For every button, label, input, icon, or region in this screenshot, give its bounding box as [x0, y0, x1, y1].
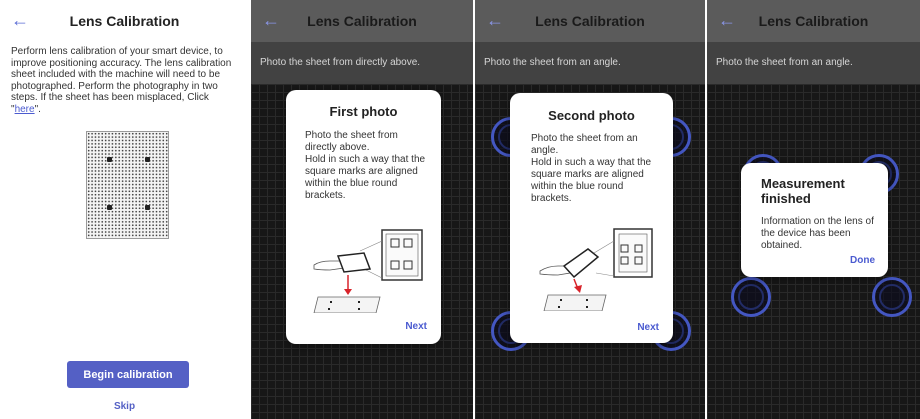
done-button[interactable]: Done	[850, 255, 875, 266]
begin-calibration-button[interactable]: Begin calibration	[67, 361, 189, 388]
page-title: Lens Calibration	[758, 13, 869, 29]
app-bar: ← Lens Calibration	[0, 0, 249, 42]
second-photo-card: Second photo Photo the sheet from an ang…	[510, 93, 673, 343]
card-title: Second photo	[548, 108, 635, 123]
dialog-title: Measurement finished	[761, 176, 845, 206]
square-mark	[145, 157, 150, 162]
instruction-bar: Photo the sheet from an angle.	[707, 42, 920, 84]
measurement-finished-dialog: Measurement finished Information on the …	[741, 163, 888, 277]
alignment-bracket-ring	[731, 277, 771, 317]
dialog-body: Information on the lens of the device ha…	[761, 216, 874, 251]
card-body: Photo the sheet from directly above. Hol…	[305, 130, 426, 201]
second-photo-screen: ← Lens Calibration Photo the sheet from …	[475, 0, 705, 419]
app-bar: ← Lens Calibration	[707, 0, 920, 42]
page-title: Lens Calibration	[69, 13, 180, 29]
first-photo-card: First photo Photo the sheet from directl…	[286, 90, 441, 344]
here-link[interactable]: here	[15, 104, 35, 115]
next-button[interactable]: Next	[637, 322, 659, 333]
instruction-bar: Photo the sheet from directly above.	[251, 42, 473, 84]
square-mark	[107, 157, 112, 162]
app-bar: ← Lens Calibration	[475, 0, 705, 42]
skip-button[interactable]: Skip	[0, 401, 249, 412]
square-mark	[107, 205, 112, 210]
page-title: Lens Calibration	[307, 13, 417, 29]
measurement-finished-screen: ← Lens Calibration Photo the sheet from …	[707, 0, 920, 419]
description-text: Perform lens calibration of your smart d…	[11, 46, 232, 115]
back-arrow-icon[interactable]: ←	[717, 10, 737, 30]
square-mark	[145, 205, 150, 210]
first-photo-screen: ← Lens Calibration Photo the sheet from …	[251, 0, 473, 419]
alignment-bracket-ring	[872, 277, 912, 317]
app-bar: ← Lens Calibration	[251, 0, 473, 42]
card-body: Photo the sheet from an angle. Hold in s…	[531, 133, 652, 204]
start-screen: ← Lens Calibration Perform lens calibrat…	[0, 0, 249, 419]
instruction-bar: Photo the sheet from an angle.	[475, 42, 705, 84]
photo-above-illustration	[313, 229, 423, 313]
back-arrow-icon[interactable]: ←	[485, 10, 505, 30]
page-title: Lens Calibration	[535, 13, 645, 29]
description: Perform lens calibration of your smart d…	[11, 46, 239, 115]
photo-angle-illustration	[539, 228, 653, 311]
back-arrow-icon[interactable]: ←	[261, 10, 281, 30]
card-title: First photo	[329, 104, 398, 119]
next-button[interactable]: Next	[405, 321, 427, 332]
calibration-sheet-image	[86, 131, 169, 239]
description-end: ".	[34, 103, 41, 115]
back-arrow-icon[interactable]: ←	[10, 10, 30, 30]
